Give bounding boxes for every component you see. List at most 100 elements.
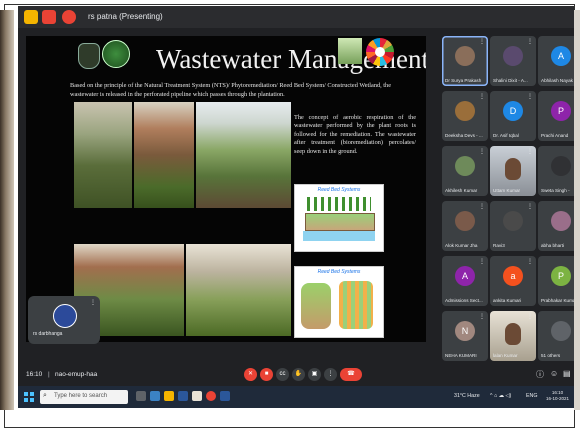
diagram-title: Reed Bed Systems (317, 187, 361, 193)
windows-start-icon[interactable] (24, 392, 34, 402)
clock-date: 16-10-2021 (546, 396, 570, 401)
edge-icon[interactable] (150, 391, 160, 401)
app-icon-yellow[interactable] (24, 10, 38, 24)
camera-off-button[interactable]: ■ (260, 368, 273, 381)
avatar: A (455, 266, 475, 286)
avatar (503, 211, 523, 231)
participant-video (505, 323, 521, 345)
slide-intro-text: Based on the principle of the Natural Tr… (70, 82, 391, 98)
search-icon: ⌕ (43, 392, 47, 399)
taskbar-clock[interactable]: 16:10 16-10-2021 (546, 390, 569, 402)
plantation-photo-2 (134, 102, 194, 208)
avatar (551, 321, 571, 341)
participant-name: Prachi Anand (541, 133, 569, 138)
plantation-photo-3 (196, 102, 291, 208)
tray-icons[interactable]: ^ ⌂ ☁ ◁) (490, 393, 511, 399)
meeting-controls-bar: 16:10 | nao-emup-haa ✕ ■ cc ✋ ▣ ⋮ ☎ ⓘ ☺ … (18, 362, 574, 386)
end-call-button[interactable]: ☎ (340, 368, 362, 381)
participant-tile[interactable]: N ⋮ NEHA KUMARI (442, 311, 488, 361)
participant-name: 51 others (541, 353, 561, 358)
search-placeholder: Type here to search (54, 393, 108, 399)
app-icon-red[interactable] (42, 10, 56, 24)
avatar (455, 101, 475, 121)
title-bar: rs patna (Presenting) (18, 6, 574, 28)
participant-tile[interactable]: ⋮ lalan Kumar (490, 311, 536, 361)
windows-taskbar: ⌕ Type here to search 31°C Haze ^ ⌂ ☁ ◁)… (18, 386, 574, 408)
mic-muted-icon: ⋮ (527, 204, 533, 210)
mic-muted-icon: ⋮ (479, 204, 485, 210)
divider: | (48, 371, 50, 378)
participant-tile[interactable]: ⋮51 others (538, 311, 574, 361)
participant-name: Shalini Dixit - A... (493, 78, 528, 83)
store-icon[interactable] (178, 391, 188, 401)
window-title: rs patna (Presenting) (88, 12, 163, 21)
mic-off-button[interactable]: ✕ (244, 368, 257, 381)
participant-name: Admissions Sect... (445, 298, 483, 303)
mail-icon[interactable] (192, 391, 202, 401)
diagram-title: Reed Bed Systems (317, 269, 361, 275)
chat-icon[interactable]: ▤ (563, 369, 571, 378)
green-logo (102, 40, 130, 68)
participant-tile[interactable]: a ⋮ ankita Kumari (490, 256, 536, 306)
avatar (551, 156, 571, 176)
taskbar-search-box[interactable]: ⌕ Type here to search (40, 390, 128, 404)
participant-tile[interactable]: P⋮Prachi Anand (538, 91, 574, 141)
participant-tile[interactable]: ⋮ Akhilesh Kumar (442, 146, 488, 196)
sdg-wheel-icon (366, 38, 394, 66)
chrome-icon[interactable] (206, 391, 216, 401)
mic-muted-icon: ⋮ (527, 39, 533, 45)
meet-window: rs patna (Presenting) Wastewater Managem… (18, 6, 574, 408)
participant-tile[interactable]: ⋮ Ravi3 (490, 201, 536, 251)
self-view-tile[interactable]: ⋮ rs darbhanga (28, 296, 100, 344)
bed-illustration (305, 213, 375, 231)
present-button[interactable]: ▣ (308, 368, 321, 381)
mic-muted-icon: ⋮ (527, 94, 533, 100)
participant-tile[interactable]: A ⋮ Admissions Sect... (442, 256, 488, 306)
participant-tile[interactable]: ⋮ Uttam Kumar (490, 146, 536, 196)
word-icon[interactable] (220, 391, 230, 401)
self-name: rs darbhanga (33, 331, 63, 337)
plantation-photo-1 (74, 102, 132, 208)
participant-name: Dr. Asif Iqbal (493, 133, 519, 138)
participant-video (505, 158, 521, 180)
participant-name: Alok Kumar Jha (445, 243, 478, 248)
participant-tile[interactable]: ⋮ Dr Surya Prakash (442, 36, 488, 86)
participant-tile[interactable]: ⋮ Alok Kumar Jha (442, 201, 488, 251)
participant-tile[interactable]: ⋮Sweta Singh - (538, 146, 574, 196)
participant-tile[interactable]: P⋮Prabhakar Kumar (538, 256, 574, 306)
mic-muted-icon: ⋮ (479, 259, 485, 265)
participant-tile[interactable]: D ⋮ Dr. Asif Iqbal (490, 91, 536, 141)
participant-tile[interactable]: ⋮ Deeksha Devs - ... (442, 91, 488, 141)
avatar: P (551, 266, 571, 286)
task-view-icon[interactable] (136, 391, 146, 401)
mic-muted-icon: ⋮ (527, 314, 533, 320)
language-indicator[interactable]: ENG (526, 393, 537, 399)
mic-muted-icon: ⋮ (527, 259, 533, 265)
participant-name: NEHA KUMARI (445, 353, 477, 358)
participant-name: Sweta Singh - (541, 188, 570, 193)
avatar: a (503, 266, 523, 286)
explorer-icon[interactable] (164, 391, 174, 401)
meeting-code: nao-emup-haa (55, 371, 98, 378)
mic-muted-icon: ⋮ (479, 39, 485, 45)
participant-tile[interactable]: ⋮ Shalini Dixit - A... (490, 36, 536, 86)
people-icon[interactable]: ☺ (550, 369, 558, 378)
avatar (53, 304, 77, 328)
raise-hand-button[interactable]: ✋ (292, 368, 305, 381)
plants-illustration (307, 197, 371, 211)
photo-right-edge (574, 10, 580, 410)
participant-tile[interactable]: ⋮abha bharti (538, 201, 574, 251)
captions-button[interactable]: cc (276, 368, 289, 381)
water-illustration (303, 231, 375, 241)
avatar (455, 46, 475, 66)
more-options-button[interactable]: ⋮ (324, 368, 337, 381)
avatar (455, 211, 475, 231)
mic-muted-icon: ⋮ (527, 149, 533, 155)
info-icon[interactable]: ⓘ (536, 369, 544, 380)
presenting-icon (62, 10, 76, 24)
plantation-photo-5 (186, 244, 291, 336)
tree-icon (338, 38, 362, 64)
participant-tile[interactable]: A⋮Abhilash Nayak (538, 36, 574, 86)
weather-text[interactable]: 31°C Haze (454, 393, 480, 399)
participant-name: Abhilash Nayak (541, 78, 573, 83)
